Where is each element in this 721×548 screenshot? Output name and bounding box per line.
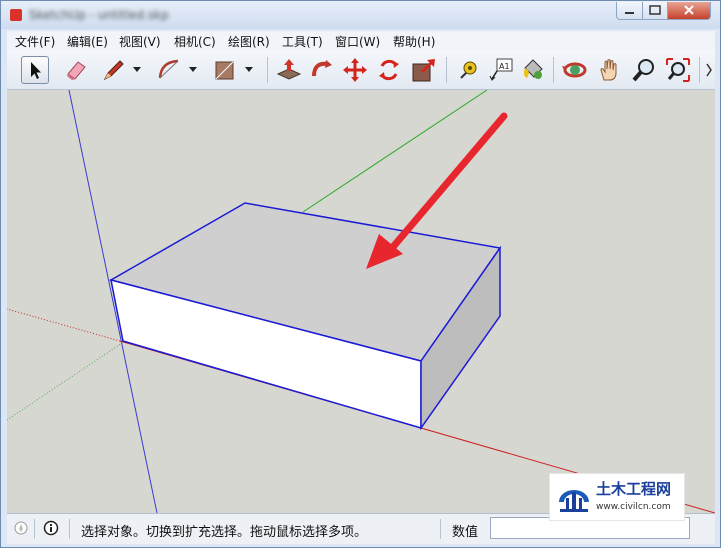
- rectangle-icon: [215, 61, 234, 80]
- follow-me-tool-button[interactable]: [308, 56, 336, 84]
- watermark-logo-icon: [559, 490, 589, 512]
- zoom-extents-tool-button[interactable]: [664, 56, 692, 84]
- orbit-tool-button[interactable]: [561, 56, 589, 84]
- svg-text:A1: A1: [499, 62, 510, 71]
- menu-bar: 文件(F) 编辑(E) 视图(V) 相机(C) 绘图(R) 工具(T) 窗口(W…: [7, 31, 715, 51]
- red-axis-dotted: [7, 308, 121, 342]
- application-window: SketchUp - untitled.skp 文件(F) 编辑(E) 视图(V…: [0, 0, 721, 548]
- tape-measure-icon: [460, 61, 477, 79]
- geo-location-icon[interactable]: [13, 520, 29, 536]
- move-icon: [343, 58, 367, 82]
- text-tool-button[interactable]: A1: [487, 56, 515, 84]
- window-title: SketchUp - untitled.skp: [29, 8, 169, 22]
- scale-icon: [412, 59, 435, 82]
- status-message: 选择对象。切换到扩充选择。拖动鼠标选择多项。: [81, 525, 368, 540]
- menu-window[interactable]: 窗口(W): [335, 33, 380, 50]
- menu-file[interactable]: 文件(F): [15, 33, 55, 50]
- maximize-icon: [649, 5, 661, 15]
- status-divider: [34, 519, 35, 539]
- watermark-logo: 土木工程网 www.civilcn.com: [549, 473, 685, 521]
- eraser-tool-button[interactable]: [62, 56, 90, 84]
- menu-edit[interactable]: 编辑(E): [67, 33, 108, 50]
- toolbar-separator: [446, 57, 447, 83]
- zoom-extents-icon: [666, 58, 690, 82]
- info-icon[interactable]: [43, 520, 59, 536]
- menu-tools[interactable]: 工具(T): [282, 33, 323, 50]
- arc-icon: [158, 59, 179, 79]
- pencil-dropdown-icon[interactable]: [131, 63, 143, 75]
- rotate-icon: [379, 59, 399, 81]
- toolbar-separator: [267, 57, 268, 83]
- arc-tool-button[interactable]: [155, 56, 183, 84]
- status-divider: [440, 519, 441, 539]
- zoom-icon: [632, 59, 654, 82]
- paint-bucket-tool-button[interactable]: [519, 56, 547, 84]
- follow-me-icon: [312, 60, 332, 77]
- menu-camera[interactable]: 相机(C): [174, 33, 216, 50]
- model-canvas[interactable]: [7, 90, 715, 513]
- main-toolbar: A1: [7, 51, 715, 90]
- chevron-right-icon: [706, 63, 712, 77]
- menu-draw[interactable]: 绘图(R): [228, 33, 270, 50]
- eraser-icon: [67, 61, 86, 80]
- status-divider: [69, 519, 70, 539]
- select-icon: [31, 62, 41, 79]
- green-axis: [302, 90, 488, 213]
- watermark-title: 土木工程网: [596, 480, 672, 498]
- minimize-button[interactable]: [616, 2, 643, 20]
- arc-dropdown-icon[interactable]: [187, 63, 199, 75]
- title-bar[interactable]: SketchUp - untitled.skp: [1, 1, 720, 29]
- text-icon: A1: [489, 58, 513, 81]
- paint-bucket-icon: [523, 59, 543, 79]
- annotation-arrow-shaft: [383, 112, 508, 258]
- watermark-url: www.civilcn.com: [596, 502, 671, 512]
- green-axis-dotted: [7, 340, 126, 421]
- minimize-icon: [625, 12, 634, 14]
- scale-tool-button[interactable]: [410, 56, 438, 84]
- close-button[interactable]: [667, 2, 711, 20]
- rotate-tool-button[interactable]: [375, 56, 403, 84]
- push-pull-tool-button[interactable]: [275, 56, 303, 84]
- close-icon: [684, 5, 694, 15]
- push-pull-icon: [276, 59, 302, 80]
- tape-measure-tool-button[interactable]: [453, 56, 481, 84]
- move-tool-button[interactable]: [341, 56, 369, 84]
- pencil-tool-button[interactable]: [100, 56, 128, 84]
- rectangle-dropdown-icon[interactable]: [243, 63, 255, 75]
- maximize-button[interactable]: [642, 2, 668, 20]
- orbit-icon: [562, 62, 587, 78]
- pan-icon: [600, 59, 617, 81]
- menu-view[interactable]: 视图(V): [119, 33, 161, 50]
- pan-tool-button[interactable]: [596, 56, 624, 84]
- toolbar-overflow-button[interactable]: [704, 56, 714, 84]
- pencil-icon: [103, 60, 124, 81]
- zoom-tool-button[interactable]: [630, 56, 658, 84]
- toolbar-separator: [553, 57, 554, 83]
- rectangle-tool-button[interactable]: [211, 56, 239, 84]
- toolbar-separator: [699, 57, 700, 83]
- drawing-viewport[interactable]: [7, 90, 715, 513]
- menu-help[interactable]: 帮助(H): [393, 33, 435, 50]
- measurements-label: 数值: [452, 525, 479, 540]
- app-icon: [10, 9, 22, 21]
- select-tool-button[interactable]: [21, 56, 49, 84]
